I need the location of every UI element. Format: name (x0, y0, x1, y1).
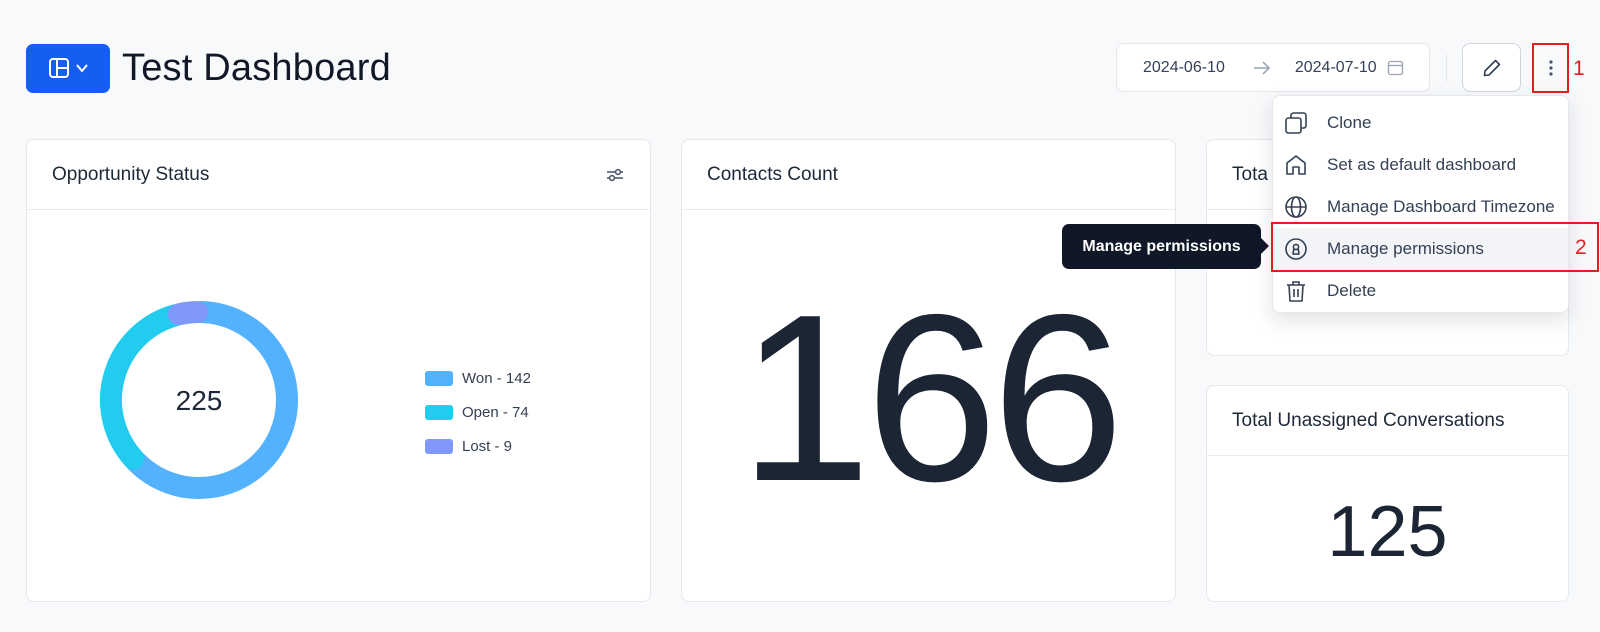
donut-slice-lost[interactable] (167, 301, 209, 326)
home-icon (1283, 152, 1309, 178)
annotation-mark-2: 2 (1575, 236, 1587, 259)
date-start: 2024-06-10 (1143, 58, 1225, 76)
opportunity-status-card: Opportunity Status 225 Won - 142 Open - 7… (26, 139, 651, 602)
legend-label: Won - 142 (462, 369, 531, 387)
dashboard-header: Test Dashboard (26, 43, 391, 93)
donut-slice-open[interactable] (100, 304, 187, 470)
donut-chart: 225 (100, 301, 298, 499)
menu-item-label: Set as default dashboard (1327, 155, 1517, 174)
arrow-right-icon (1253, 60, 1271, 75)
legend-item-lost[interactable]: Lost - 9 (425, 429, 531, 463)
menu-item-label: Clone (1327, 113, 1372, 132)
menu-item-label: Delete (1327, 281, 1377, 300)
menu-item-set-default[interactable]: Set as default dashboard (1273, 144, 1568, 186)
annotation-mark-1: 1 (1573, 57, 1585, 80)
page-title: Test Dashboard (122, 46, 391, 89)
clone-icon (1283, 110, 1309, 136)
card-title: Contacts Count (707, 163, 838, 185)
globe-icon (1283, 194, 1309, 220)
calendar-icon (1387, 59, 1404, 76)
card-header: Total Unassigned Conversations (1207, 386, 1568, 456)
edit-button[interactable] (1462, 43, 1521, 92)
filter-settings-icon[interactable] (605, 167, 625, 183)
tooltip: Manage permissions (1062, 224, 1269, 269)
layout-switch-button[interactable] (26, 43, 110, 93)
menu-item-clone[interactable]: Clone (1273, 102, 1568, 144)
card-header: Opportunity Status (27, 140, 650, 210)
legend-swatch (425, 404, 453, 420)
chevron-down-icon (75, 64, 88, 73)
card-title: Tota (1232, 163, 1268, 185)
date-end: 2024-07-10 (1294, 58, 1377, 76)
layout-icon (48, 58, 69, 78)
more-options-menu: Clone Set as default dashboard Manage Da… (1272, 95, 1569, 313)
pencil-icon (1483, 59, 1500, 76)
trash-icon (1283, 278, 1309, 304)
more-options-button[interactable] (1532, 43, 1569, 93)
legend-swatch (425, 370, 453, 386)
contacts-count-value: 166 (738, 266, 1124, 531)
legend-item-open[interactable]: Open - 74 (425, 395, 531, 429)
unassigned-conversations-value: 125 (1327, 492, 1448, 572)
menu-item-label: Manage Dashboard Timezone (1327, 197, 1555, 216)
legend-swatch (425, 438, 453, 454)
unassigned-conversations-card: Total Unassigned Conversations 125 (1206, 385, 1569, 602)
legend-label: Open - 74 (462, 403, 529, 421)
date-range-picker[interactable]: 2024-06-10 2024-07-10 (1116, 43, 1430, 92)
chart-legend: Won - 142 Open - 74 Lost - 9 (425, 361, 531, 463)
header-divider (1446, 54, 1447, 82)
menu-item-delete[interactable]: Delete (1273, 270, 1568, 312)
annotation-highlight-box (1271, 222, 1599, 272)
legend-item-won[interactable]: Won - 142 (425, 361, 531, 395)
legend-label: Lost - 9 (462, 437, 513, 455)
contacts-count-card: Contacts Count 166 (681, 139, 1176, 602)
card-title: Total Unassigned Conversations (1232, 409, 1505, 431)
card-title: Opportunity Status (52, 163, 210, 185)
donut-center-total: 225 (176, 385, 223, 416)
card-header: Contacts Count (682, 140, 1175, 210)
vertical-dots-icon (1548, 60, 1553, 76)
